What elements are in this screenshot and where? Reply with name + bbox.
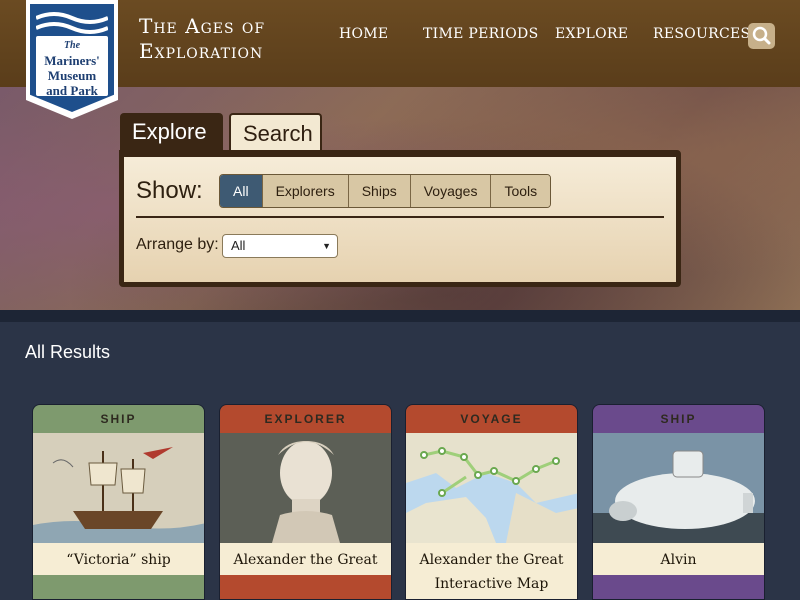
search-icon	[752, 26, 771, 45]
ship-illustration	[33, 433, 204, 543]
card-footer	[220, 575, 391, 599]
filter-voyages-button[interactable]: Voyages	[410, 175, 492, 207]
site-title-line-1: The Ages of	[139, 14, 266, 38]
filter-explorers-button[interactable]: Explorers	[262, 175, 349, 207]
nav-explore[interactable]: EXPLORE	[555, 26, 628, 42]
main-nav: HOME TIME PERIODS EXPLORE RESOURCES	[330, 26, 750, 46]
wave-icon	[36, 12, 108, 34]
logo-line-4: and Park	[46, 83, 98, 98]
card-title: Alexander the Great Interactive Map	[406, 543, 577, 599]
panel-divider	[136, 216, 664, 218]
chevron-down-icon: ▼	[322, 241, 331, 251]
logo-line-2: Mariners'	[44, 53, 100, 68]
arrange-select[interactable]: All ▼	[222, 234, 338, 258]
arrange-label: Arrange by:	[136, 236, 219, 253]
card-type-badge: SHIP	[33, 405, 204, 433]
card-title: Alvin	[593, 543, 764, 577]
explore-panel	[119, 150, 681, 287]
nav-time-periods[interactable]: TIME PERIODS	[423, 26, 538, 42]
tab-explore[interactable]: Explore	[120, 113, 223, 151]
site-title-line-2: Exploration	[139, 39, 264, 63]
arrange-selected-value: All	[231, 238, 246, 253]
site-title[interactable]: The Ages of Exploration	[139, 14, 265, 64]
map-illustration	[406, 433, 577, 543]
submarine-image	[593, 433, 764, 543]
tab-search[interactable]: Search	[229, 113, 322, 151]
filter-tools-button[interactable]: Tools	[491, 175, 551, 207]
filter-ships-button[interactable]: Ships	[348, 175, 411, 207]
card-type-badge: SHIP	[593, 405, 764, 433]
museum-logo[interactable]: The Mariners' Museum and Park	[26, 0, 118, 119]
bust-illustration	[220, 433, 391, 543]
filter-all-button[interactable]: All	[220, 175, 263, 207]
logo-text: The Mariners' Museum and Park	[36, 38, 108, 98]
result-card-alvin[interactable]: SHIP Alvin	[592, 404, 765, 600]
nav-resources[interactable]: RESOURCES	[653, 26, 750, 42]
search-button[interactable]	[748, 23, 775, 49]
submarine-illustration	[593, 433, 764, 543]
card-title: Alexander the Great	[220, 543, 391, 577]
map-image	[406, 433, 577, 543]
card-footer	[593, 575, 764, 599]
nav-home[interactable]: HOME	[339, 26, 388, 42]
bust-image	[220, 433, 391, 543]
card-type-badge: EXPLORER	[220, 405, 391, 433]
card-footer	[33, 575, 204, 599]
ship-image	[33, 433, 204, 543]
logo-shield: The Mariners' Museum and Park	[30, 4, 114, 112]
results-title: All Results	[25, 342, 111, 362]
result-card-victoria[interactable]: SHIP “Victoria” ship	[32, 404, 205, 600]
show-label: Show:	[136, 177, 203, 204]
card-title: “Victoria” ship	[33, 543, 204, 577]
hero-divider	[0, 310, 800, 322]
filter-group: All Explorers Ships Voyages Tools	[219, 174, 552, 208]
logo-line-1: The	[63, 40, 81, 51]
result-card-alexander-map[interactable]: VOYAGE Alexander the Great Interactive M…	[405, 404, 578, 600]
card-type-badge: VOYAGE	[406, 405, 577, 433]
result-card-alexander[interactable]: EXPLORER Alexander the Great	[219, 404, 392, 600]
logo-line-3: Museum	[47, 68, 97, 83]
